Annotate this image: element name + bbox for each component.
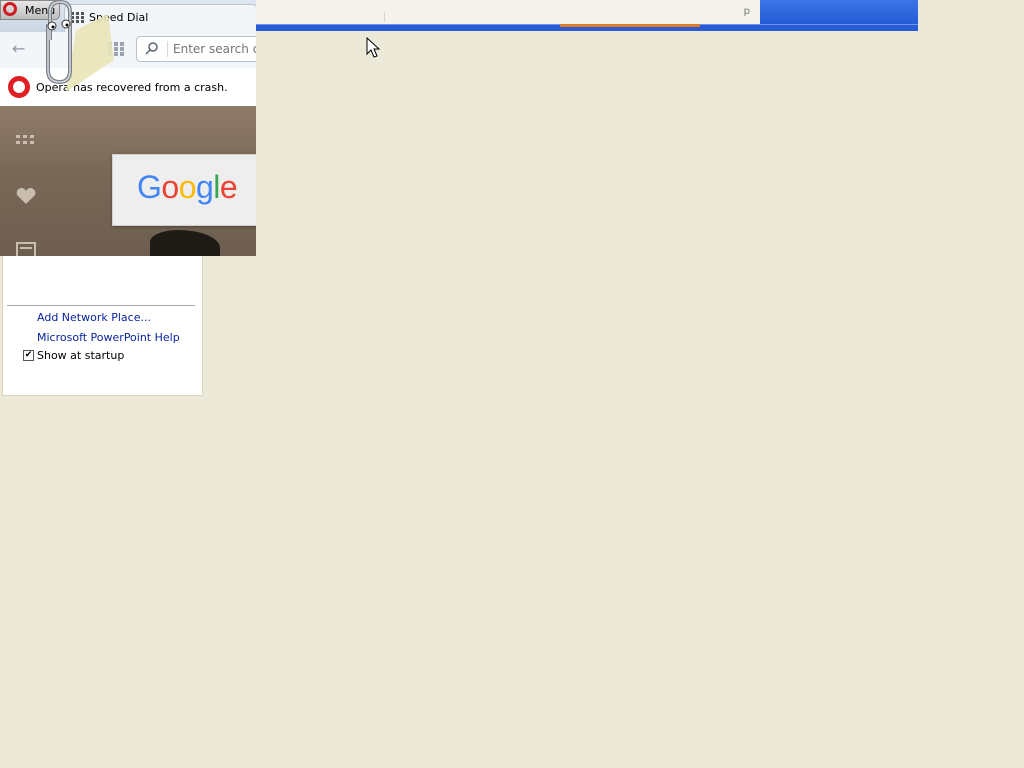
opera-logo-icon [3, 2, 17, 16]
google-logo: Google [137, 169, 238, 205]
strip-divider [384, 12, 385, 22]
speed-dial-sidebar-icon[interactable] [14, 132, 38, 152]
google-speed-dial-tile[interactable]: Google [112, 154, 256, 226]
news-icon[interactable] [14, 240, 38, 256]
powerpoint-help-link[interactable]: Microsoft PowerPoint Help [37, 331, 180, 344]
search-icon [145, 42, 158, 55]
background-silhouette [150, 230, 220, 256]
show-at-startup-checkbox[interactable]: ✔ [23, 350, 34, 361]
speed-dial-page: Google [0, 106, 256, 256]
opera-logo-icon [8, 76, 30, 98]
heart-icon[interactable] [14, 186, 38, 206]
strip-letter: p [743, 6, 750, 17]
task-pane-divider [7, 305, 195, 306]
add-network-place-link[interactable]: Add Network Place... [37, 311, 151, 324]
show-at-startup-label: Show at startup [37, 349, 125, 362]
mouse-cursor-icon [366, 37, 381, 58]
back-arrow-icon[interactable]: ← [12, 40, 30, 58]
search-input[interactable] [173, 40, 256, 58]
address-separator [167, 41, 168, 57]
clippy-icon[interactable] [36, 0, 116, 92]
address-bar[interactable] [136, 36, 256, 62]
strip-orange-segment [560, 24, 700, 27]
office-task-pane: Add Network Place... Microsoft PowerPoin… [2, 256, 203, 396]
